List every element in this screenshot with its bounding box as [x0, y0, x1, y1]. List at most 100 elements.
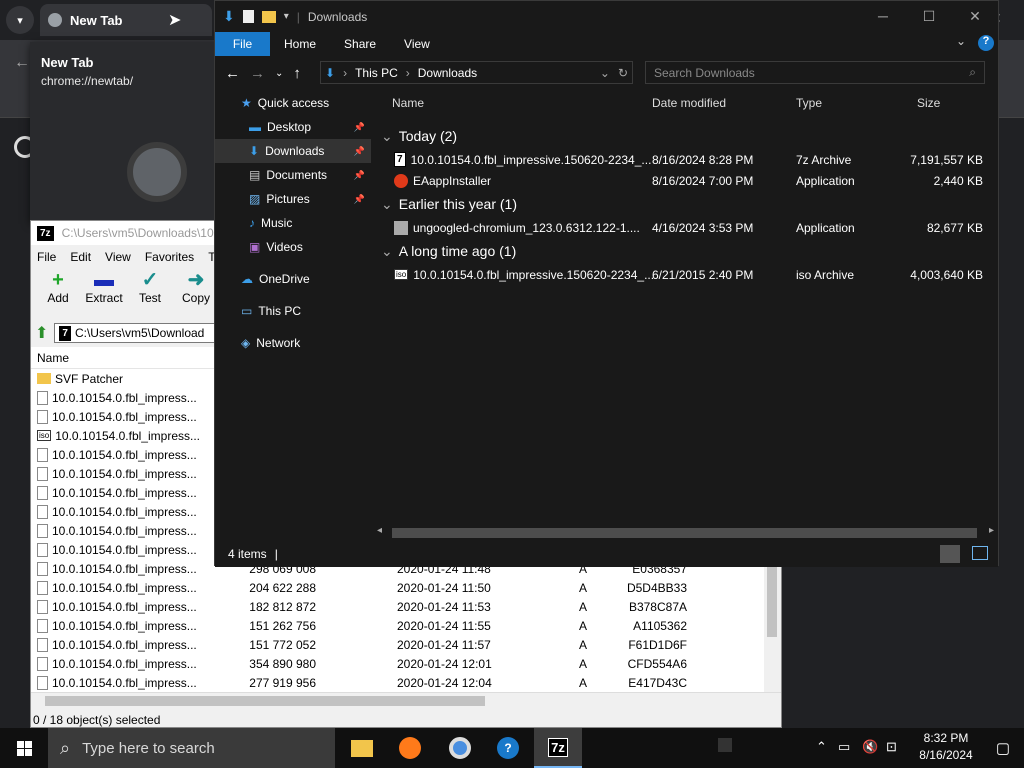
toolbar-copy-button[interactable]: ➜ Copy	[175, 269, 217, 317]
address-bar[interactable]: ⬇ › This PC › Downloads ⌄ ↻	[320, 61, 633, 84]
ribbon-tab-home[interactable]: Home	[270, 37, 330, 51]
pin-icon[interactable]: 📌	[354, 194, 365, 205]
close-icon[interactable]: ✕	[952, 1, 998, 32]
chrome-tab[interactable]: New Tab	[40, 4, 212, 36]
column-name[interactable]: Name	[37, 351, 69, 365]
up-icon[interactable]: ↑	[293, 65, 301, 82]
ribbon-tab-share[interactable]: Share	[330, 37, 390, 51]
file-row[interactable]: ungoogled-chromium_123.0.6312.122-1.... 4…	[373, 217, 993, 238]
clock[interactable]: 8:32 PM 8/16/2024	[916, 730, 976, 764]
column-size[interactable]: Size	[917, 96, 940, 110]
table-row[interactable]: 10.0.10154.0.fbl_impress... 182 812 872 20…	[31, 597, 781, 616]
back-icon[interactable]: ←	[225, 65, 240, 82]
large-icons-view-icon[interactable]	[972, 546, 988, 560]
breadcrumb-separator: ›	[343, 65, 348, 80]
pin-icon[interactable]: 📌	[354, 170, 365, 181]
row-name-text: 10.0.10154.0.fbl_impress...	[52, 447, 197, 462]
scroll-thumb[interactable]	[392, 528, 977, 538]
quick-access-dropdown-icon[interactable]: ▾	[284, 11, 289, 22]
7zip-taskbar-icon[interactable]: 7z	[534, 728, 582, 768]
forward-icon[interactable]: →	[250, 65, 265, 82]
scroll-left-icon[interactable]: ◂	[377, 525, 382, 536]
tab-hover-card: New Tab chrome://newtab/	[30, 42, 220, 222]
group-header[interactable]: ⌄ Today (2)	[373, 123, 993, 149]
column-name[interactable]: Name	[392, 96, 424, 110]
column-type[interactable]: Type	[796, 96, 822, 110]
breadcrumb-this-pc[interactable]: This PC	[355, 66, 398, 80]
file-row[interactable]: 7 10.0.10154.0.fbl_impressive.150620-2234…	[373, 149, 993, 170]
up-folder-icon[interactable]: ⬆	[35, 323, 48, 343]
toolbar-extract-button[interactable]: ▬ Extract	[83, 269, 125, 317]
help-taskbar-icon[interactable]: ?	[484, 728, 532, 768]
show-hidden-icons-icon[interactable]: ⌃	[816, 739, 827, 755]
breadcrumb-downloads[interactable]: Downloads	[418, 66, 477, 80]
application-icon	[394, 220, 408, 235]
file-row[interactable]: EAappInstaller 8/16/2024 7:00 PM Applicati…	[373, 170, 993, 191]
help-icon[interactable]: ?	[978, 35, 994, 51]
sidebar-item-network[interactable]: ◈ Network	[215, 331, 371, 355]
sidebar-item-documents[interactable]: ▤ Documents 📌	[215, 163, 371, 187]
details-view-icon[interactable]	[940, 545, 960, 563]
address-dropdown-icon[interactable]: ⌄	[600, 66, 610, 80]
firefox-taskbar-icon[interactable]	[386, 728, 434, 768]
table-row[interactable]: 10.0.10154.0.fbl_impress... 277 919 956 20…	[31, 673, 781, 692]
sidebar-item-pictures[interactable]: ▨ Pictures 📌	[215, 187, 371, 211]
scroll-thumb[interactable]	[45, 696, 485, 706]
file-row[interactable]: iso 10.0.10154.0.fbl_impressive.150620-22…	[373, 264, 993, 285]
table-row[interactable]: 10.0.10154.0.fbl_impress... 151 262 756 20…	[31, 616, 781, 635]
scroll-thumb[interactable]	[767, 562, 777, 637]
file-icon	[37, 675, 48, 690]
expand-ribbon-icon[interactable]: ⌄	[956, 34, 966, 48]
add-icon: +	[52, 269, 64, 291]
recent-locations-icon[interactable]: ⌄	[275, 68, 283, 79]
sidebar-item-downloads[interactable]: ⬇ Downloads 📌	[215, 139, 371, 163]
notifications-icon[interactable]: ▢	[996, 739, 1010, 757]
group-header[interactable]: ⌄ A long time ago (1)	[373, 238, 993, 264]
action-center-alert-icon[interactable]: ⊡	[886, 739, 897, 755]
menu-item-file[interactable]: File	[37, 250, 56, 264]
tab-search-button[interactable]: ▾	[6, 6, 34, 34]
column-date-modified[interactable]: Date modified	[652, 96, 726, 110]
menu-item-view[interactable]: View	[105, 250, 131, 264]
back-arrow-icon[interactable]: ←	[14, 54, 30, 72]
7zip-horizontal-scrollbar[interactable]	[31, 692, 781, 709]
network-icon[interactable]: ▭	[838, 739, 850, 755]
file-explorer-taskbar-icon[interactable]	[338, 728, 386, 768]
properties-icon[interactable]	[242, 10, 254, 23]
minimize-icon[interactable]: ─	[860, 1, 906, 32]
chrome-taskbar-icon[interactable]	[436, 728, 484, 768]
taskbar-search-box[interactable]: ⌕ Type here to search	[48, 728, 335, 768]
maximize-icon[interactable]: ☐	[906, 1, 952, 32]
menu-item-favorites[interactable]: Favorites	[145, 250, 194, 264]
refresh-icon[interactable]: ↻	[618, 66, 632, 80]
ribbon-tab-view[interactable]: View	[390, 37, 444, 51]
sidebar-item-videos[interactable]: ▣ Videos	[215, 235, 371, 259]
table-row[interactable]: 10.0.10154.0.fbl_impress... 354 890 980 20…	[31, 654, 781, 673]
pin-icon[interactable]: 📌	[354, 146, 365, 157]
toolbar-add-button[interactable]: + Add	[37, 269, 79, 317]
start-button[interactable]	[0, 728, 48, 768]
pin-icon[interactable]: 📌	[354, 122, 365, 133]
horizontal-scrollbar[interactable]: ◂ ▸	[373, 524, 998, 541]
group-header[interactable]: ⌄ Earlier this year (1)	[373, 191, 993, 217]
row-attributes: A	[579, 656, 588, 671]
table-row[interactable]: 10.0.10154.0.fbl_impress... 204 622 288 20…	[31, 578, 781, 597]
volume-muted-icon[interactable]: 🔇	[862, 739, 878, 755]
sidebar-item-onedrive[interactable]: ☁ OneDrive	[215, 267, 371, 291]
scroll-right-icon[interactable]: ▸	[989, 525, 994, 536]
sidebar-item-this-pc[interactable]: ▭ This PC	[215, 299, 371, 323]
7zip-status-bar: 0 / 18 object(s) selected	[33, 713, 161, 727]
extract-icon: ▬	[94, 269, 114, 291]
sidebar-item-music[interactable]: ♪ Music	[215, 211, 371, 235]
copy-label: Copy	[181, 291, 210, 305]
ribbon-tab-file[interactable]: File	[215, 32, 270, 56]
table-row[interactable]: 10.0.10154.0.fbl_impress... 151 772 052 20…	[31, 635, 781, 654]
folder-icon[interactable]	[261, 10, 276, 23]
sidebar-item-desktop[interactable]: ▬ Desktop 📌	[215, 115, 371, 139]
menu-item-edit[interactable]: Edit	[70, 250, 91, 264]
search-input[interactable]: Search Downloads ⌕	[645, 61, 985, 84]
row-attributes: A	[579, 599, 588, 614]
row-name: 10.0.10154.0.fbl_impress...	[37, 523, 197, 538]
toolbar-test-button[interactable]: ✓ Test	[129, 269, 171, 317]
sidebar-item-quick-access[interactable]: ★ Quick access	[215, 91, 371, 115]
